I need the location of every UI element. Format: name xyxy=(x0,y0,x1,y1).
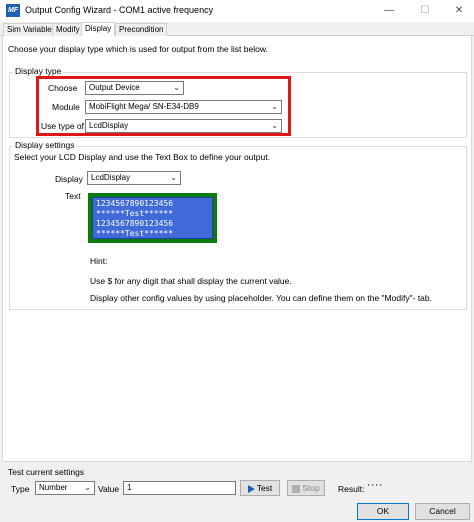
result-label: Result: xyxy=(338,484,365,494)
hint-placeholder-text: Display other config values by using pla… xyxy=(90,293,432,303)
test-value-input[interactable]: 1 xyxy=(123,481,236,495)
display-intro-text: Choose your display type which is used f… xyxy=(8,44,268,54)
display-select[interactable]: LcdDisplay ⌄ xyxy=(87,171,181,185)
stop-icon xyxy=(292,484,301,493)
tab-sim-variable[interactable]: Sim Variable xyxy=(3,23,56,36)
close-icon[interactable]: ✕ xyxy=(448,3,470,19)
chevron-down-icon: ⌄ xyxy=(170,173,177,182)
app-logo-icon: MF xyxy=(6,4,20,17)
tab-strip: Sim Variable Modify Display Precondition xyxy=(0,22,474,37)
test-settings-group: Type Number ⌄ Value 1 Test Stop Result: … xyxy=(4,469,470,497)
display-settings-intro: Select your LCD Display and use the Text… xyxy=(14,152,270,162)
test-type-label: Type xyxy=(11,484,30,494)
window-title: Output Config Wizard - COM1 active frequ… xyxy=(25,5,214,15)
output-config-wizard-window: MF Output Config Wizard - COM1 active fr… xyxy=(0,0,474,522)
tab-display[interactable]: Display xyxy=(81,22,116,37)
maximize-icon[interactable]: ☐ xyxy=(414,3,436,19)
display-label: Display xyxy=(55,174,83,184)
tab-precondition[interactable]: Precondition xyxy=(115,23,168,36)
tab-modify[interactable]: Modify xyxy=(52,23,84,36)
play-icon xyxy=(247,484,255,493)
minimize-icon[interactable]: — xyxy=(378,3,400,19)
stop-button[interactable]: Stop xyxy=(287,480,325,496)
result-value: ' ' ' ' xyxy=(368,482,382,492)
display-settings-title: Display settings xyxy=(13,140,77,150)
display-type-title: Display type xyxy=(13,66,64,76)
chevron-down-icon: ⌄ xyxy=(84,483,91,492)
test-button[interactable]: Test xyxy=(240,480,280,496)
hint-title: Hint: xyxy=(90,256,108,266)
ok-button[interactable]: OK xyxy=(357,503,409,520)
cancel-button[interactable]: Cancel xyxy=(415,503,470,520)
lcd-text-frame: 1234567890123456 ******Test****** 123456… xyxy=(88,193,217,243)
text-label: Text xyxy=(65,191,81,201)
display-type-highlight xyxy=(36,76,291,136)
hint-digit-text: Use $ for any digit that shall display t… xyxy=(90,276,292,286)
test-value-label: Value xyxy=(98,484,120,494)
lcd-text-box[interactable]: 1234567890123456 ******Test****** 123456… xyxy=(92,197,213,239)
test-type-select[interactable]: Number ⌄ xyxy=(35,481,95,495)
title-bar: MF Output Config Wizard - COM1 active fr… xyxy=(0,0,474,22)
display-tab-panel: Choose your display type which is used f… xyxy=(2,36,472,462)
